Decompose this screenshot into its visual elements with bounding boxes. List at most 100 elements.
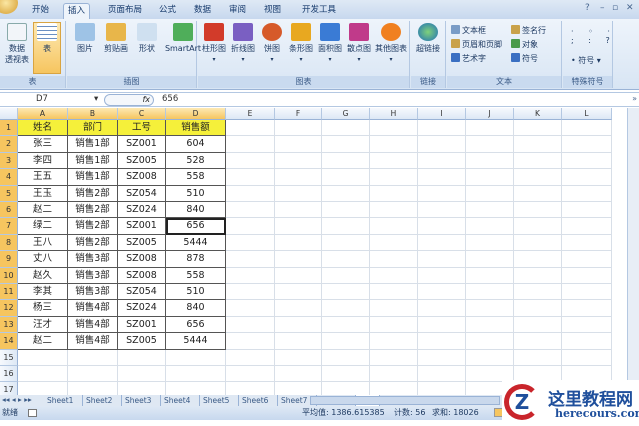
- chart-button-5[interactable]: 散点图 ▾: [345, 23, 373, 65]
- cell[interactable]: [418, 316, 466, 334]
- table-header-cell[interactable]: 部门: [68, 120, 118, 137]
- worksheet-grid[interactable]: A B C D E F G H I J K L 1 姓名 部门 工号 销售额 2 张三 销售1部 SZ001 604 3 李四…: [0, 108, 627, 395]
- dropdown-icon[interactable]: ▾: [258, 54, 286, 65]
- row-header[interactable]: 7: [0, 218, 18, 235]
- cell[interactable]: [275, 284, 322, 301]
- cell[interactable]: [418, 366, 466, 383]
- text-item-4[interactable]: 对象: [511, 39, 538, 50]
- column-header-A[interactable]: A: [18, 108, 68, 120]
- dropdown-icon[interactable]: ▾: [200, 54, 228, 65]
- tab-5[interactable]: 审阅: [225, 3, 250, 19]
- cell[interactable]: [562, 185, 612, 202]
- cell[interactable]: [370, 267, 418, 284]
- cell[interactable]: 销售2部: [68, 185, 118, 202]
- column-header-K[interactable]: K: [514, 108, 562, 120]
- cell[interactable]: [322, 169, 370, 186]
- cell[interactable]: [418, 169, 466, 186]
- cell[interactable]: [275, 185, 322, 202]
- cell[interactable]: 王八: [18, 234, 68, 252]
- cell[interactable]: [226, 316, 275, 334]
- cell[interactable]: 510: [166, 284, 226, 301]
- cell[interactable]: [226, 202, 275, 219]
- cell[interactable]: [322, 284, 370, 301]
- cell[interactable]: [562, 284, 612, 301]
- cell[interactable]: 5444: [166, 234, 226, 252]
- cell[interactable]: 878: [166, 251, 226, 268]
- cell[interactable]: 销售1部: [68, 169, 118, 186]
- cell[interactable]: SZ008: [118, 267, 166, 284]
- cell[interactable]: [322, 300, 370, 317]
- chart-button-6[interactable]: 其他图表 ▾: [374, 23, 408, 65]
- cell[interactable]: [118, 349, 166, 366]
- cell[interactable]: [226, 267, 275, 284]
- column-header-C[interactable]: C: [118, 108, 166, 120]
- chart-button-1[interactable]: 折线图 ▾: [229, 23, 257, 65]
- cell[interactable]: 销售3部: [68, 284, 118, 301]
- cell[interactable]: [226, 152, 275, 170]
- cell[interactable]: [322, 120, 370, 137]
- cell[interactable]: 510: [166, 185, 226, 202]
- cell[interactable]: [226, 300, 275, 317]
- cell[interactable]: [418, 152, 466, 170]
- cell[interactable]: [322, 152, 370, 170]
- cell[interactable]: [370, 169, 418, 186]
- sheet-tab[interactable]: Sheet2: [83, 395, 122, 406]
- cell[interactable]: 张三: [18, 136, 68, 153]
- cell[interactable]: [226, 185, 275, 202]
- sheet-tab[interactable]: Sheet5: [200, 395, 239, 406]
- cell[interactable]: [466, 300, 514, 317]
- cell[interactable]: [370, 366, 418, 383]
- row-header[interactable]: 17: [0, 382, 18, 395]
- dropdown-icon[interactable]: ▾: [94, 94, 98, 104]
- sheet-tab[interactable]: Sheet4: [161, 395, 200, 406]
- cell[interactable]: [514, 300, 562, 317]
- cell[interactable]: SZ024: [118, 202, 166, 219]
- column-header-D[interactable]: D: [166, 108, 226, 120]
- horizontal-scrollbar[interactable]: [310, 396, 500, 405]
- cell[interactable]: [418, 120, 466, 137]
- pivot-table-button[interactable]: 数据 透视表: [2, 23, 32, 65]
- cell[interactable]: 杨三: [18, 300, 68, 317]
- cell[interactable]: [322, 234, 370, 252]
- text-item-3[interactable]: 签名行: [511, 25, 546, 36]
- cell[interactable]: [226, 382, 275, 395]
- cell[interactable]: [418, 251, 466, 268]
- minimize-icon[interactable]: –: [600, 3, 605, 13]
- cell[interactable]: [514, 218, 562, 235]
- cell[interactable]: [370, 136, 418, 153]
- sheet-tab[interactable]: Sheet6: [239, 395, 278, 406]
- cell[interactable]: [466, 218, 514, 235]
- cell[interactable]: [322, 366, 370, 383]
- cell[interactable]: [322, 316, 370, 334]
- column-header-F[interactable]: F: [275, 108, 322, 120]
- cell[interactable]: [322, 267, 370, 284]
- row-header[interactable]: 12: [0, 300, 18, 317]
- cell[interactable]: [562, 169, 612, 186]
- cell[interactable]: [466, 267, 514, 284]
- cell[interactable]: [418, 349, 466, 366]
- dropdown-icon[interactable]: ▾: [287, 54, 315, 65]
- illustration-button-3[interactable]: SmartArt: [163, 23, 203, 54]
- cell[interactable]: [370, 316, 418, 334]
- table-header-cell[interactable]: 工号: [118, 120, 166, 137]
- column-header-L[interactable]: L: [562, 108, 612, 120]
- cell[interactable]: [466, 136, 514, 153]
- cell[interactable]: 656: [166, 316, 226, 334]
- cell[interactable]: [562, 267, 612, 284]
- cell[interactable]: [418, 284, 466, 301]
- cell[interactable]: [466, 333, 514, 350]
- cell[interactable]: [514, 152, 562, 170]
- column-header-I[interactable]: I: [418, 108, 466, 120]
- cell[interactable]: [370, 251, 418, 268]
- cell[interactable]: [514, 169, 562, 186]
- cell[interactable]: [418, 202, 466, 219]
- cell[interactable]: [275, 152, 322, 170]
- column-header-G[interactable]: G: [322, 108, 370, 120]
- cell[interactable]: [18, 382, 68, 395]
- column-header-E[interactable]: E: [226, 108, 275, 120]
- cell[interactable]: [118, 366, 166, 383]
- insert-function-button[interactable]: fx: [104, 94, 154, 106]
- cell[interactable]: [322, 349, 370, 366]
- cell[interactable]: 604: [166, 136, 226, 153]
- cell[interactable]: [514, 284, 562, 301]
